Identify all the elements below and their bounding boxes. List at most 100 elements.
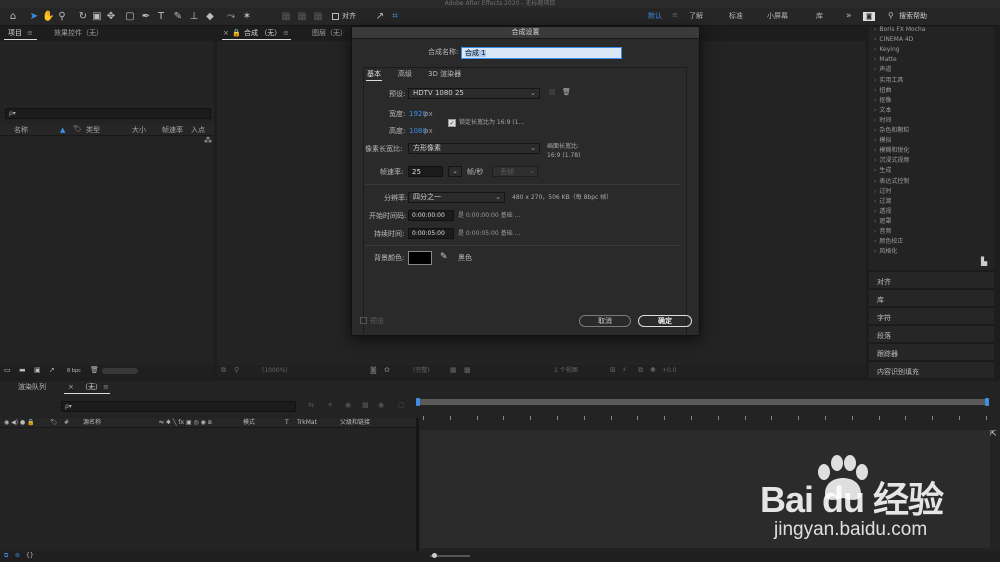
- zoom-slider-thumb[interactable]: [432, 553, 437, 558]
- effects-category-item[interactable]: › 透视: [874, 208, 891, 215]
- effects-category-item[interactable]: › 时间: [874, 117, 891, 124]
- effects-category-item[interactable]: › 过时: [874, 188, 891, 195]
- tab-advanced[interactable]: 高级: [398, 71, 412, 78]
- toggle-pixel-icon[interactable]: ⊞: [610, 367, 616, 374]
- cancel-button[interactable]: 取消: [579, 315, 631, 327]
- camera-tool-icon[interactable]: ▣: [91, 11, 103, 23]
- start-timecode-input[interactable]: 0:00:00:00: [408, 210, 454, 221]
- label-column-icon[interactable]: 🏷: [50, 420, 58, 426]
- new-folder-icon[interactable]: ▬: [19, 367, 26, 374]
- snap-target-icon[interactable]: ⌗: [389, 11, 401, 23]
- effects-category-item[interactable]: › 音频: [874, 229, 891, 235]
- label-icon[interactable]: 🏷: [73, 126, 82, 133]
- help-search-input[interactable]: 搜索帮助: [899, 13, 927, 20]
- effects-category-item[interactable]: › Boris FX Mocha: [874, 27, 925, 33]
- flowchart-icon[interactable]: ⁂: [204, 137, 212, 145]
- rotate-tool-icon[interactable]: ↻: [77, 11, 89, 23]
- fast-preview-icon[interactable]: ⚡: [622, 367, 627, 374]
- effects-category-item[interactable]: › 过渡: [874, 198, 891, 205]
- col-name[interactable]: 名称: [14, 127, 28, 134]
- type-tool-icon[interactable]: T: [155, 11, 167, 23]
- effects-category-item[interactable]: › 生成: [874, 168, 891, 174]
- new-comp-icon[interactable]: ▣: [34, 367, 41, 374]
- right-panel-tab[interactable]: 跟踪器: [869, 343, 994, 360]
- resolution-dropdown[interactable]: 四分之一 ⌄: [408, 192, 505, 203]
- sync-settings-icon[interactable]: ◙: [863, 12, 875, 21]
- workspace-libraries[interactable]: 库: [816, 13, 823, 20]
- preview-checkbox[interactable]: [360, 317, 367, 324]
- save-preset-icon[interactable]: ▥: [549, 89, 556, 96]
- views-dropdown[interactable]: 1 个视图: [554, 368, 578, 374]
- switches-icons[interactable]: ⇋ ✱ ╲ fx ▣ ◎ ◉ ⧈: [159, 420, 212, 426]
- exposure-value[interactable]: +0.0: [662, 368, 677, 374]
- col-source-name[interactable]: 源名称: [83, 420, 101, 426]
- workspace-menu-icon[interactable]: ≡: [672, 12, 678, 19]
- frame-rate-input[interactable]: 25: [408, 166, 443, 177]
- right-panel-tab[interactable]: 内容识别填充: [869, 361, 994, 378]
- eyedropper-icon[interactable]: ✎: [440, 253, 448, 262]
- effects-category-item[interactable]: › 风格化: [874, 249, 897, 255]
- new-bin-icon[interactable]: ▙: [981, 258, 987, 266]
- col-in-point[interactable]: 入点: [191, 127, 205, 134]
- effects-category-item[interactable]: › 声道: [874, 67, 891, 73]
- effects-category-item[interactable]: › Keying: [874, 47, 900, 53]
- rectangle-tool-icon[interactable]: ▢: [124, 11, 136, 23]
- roto-brush-tool-icon[interactable]: ⤳: [225, 11, 237, 23]
- right-panel-tab[interactable]: 库: [869, 289, 994, 306]
- workspace-standard[interactable]: 标准: [729, 13, 743, 20]
- effects-category-item[interactable]: › 沉浸式视频: [874, 158, 909, 164]
- comp-tab-menu-icon[interactable]: ≡: [283, 30, 289, 37]
- hand-tool-icon[interactable]: ✋: [42, 11, 54, 23]
- tab-comp[interactable]: 合成 （无）: [244, 30, 281, 37]
- selection-tool-icon[interactable]: ➤: [28, 11, 40, 23]
- project-search-input[interactable]: ρ▾: [5, 108, 211, 119]
- timeline-search-input[interactable]: ρ▾: [61, 401, 296, 412]
- right-panel-tab[interactable]: 对齐: [869, 271, 994, 288]
- workspace-small-screen[interactable]: 小屏幕: [767, 13, 788, 20]
- channel-icon[interactable]: ✿: [384, 367, 390, 374]
- resolution-dropdown[interactable]: (完整): [413, 368, 430, 374]
- col-mode[interactable]: 模式: [243, 420, 255, 426]
- toggle-transfer-controls-icon[interactable]: ⊚: [15, 553, 20, 559]
- effects-category-item[interactable]: › CINEMA 4D: [874, 37, 913, 43]
- effects-category-item[interactable]: › 杂色和颗粒: [874, 128, 909, 134]
- time-navigator-end-handle[interactable]: [985, 398, 989, 406]
- effects-category-item[interactable]: › 表达式控制: [874, 178, 909, 185]
- bg-color-swatch[interactable]: [408, 251, 432, 265]
- time-navigator-start-handle[interactable]: [416, 398, 420, 406]
- comp-name-input[interactable]: 合成 1: [461, 47, 622, 59]
- lock-icon[interactable]: 🔒: [232, 30, 241, 37]
- time-navigator-bar[interactable]: [418, 399, 988, 405]
- snapshot-icon[interactable]: ◙: [370, 367, 377, 374]
- drop-frame-dropdown[interactable]: 丢帧 ⌄: [492, 166, 538, 177]
- pen-tool-icon[interactable]: ✒: [140, 11, 152, 23]
- trash-icon[interactable]: 🗑: [90, 367, 99, 374]
- toggle-in-out-icon[interactable]: {}: [26, 553, 34, 559]
- av-features-icons[interactable]: ◉ ◀) ● 🔒: [4, 420, 35, 426]
- effects-category-item[interactable]: › 模拟: [874, 138, 891, 144]
- snap-option-icon[interactable]: ↗: [374, 11, 386, 23]
- effects-category-item[interactable]: › 模糊和锐化: [874, 148, 909, 154]
- transparency-grid-icon[interactable]: ▩: [464, 367, 471, 374]
- tab-3d-renderer[interactable]: 3D 渲染器: [428, 71, 461, 78]
- axis-world-icon[interactable]: ▦: [296, 11, 308, 23]
- effects-category-item[interactable]: › 文本: [874, 107, 891, 114]
- motion-blur-icon[interactable]: ◉: [378, 402, 384, 409]
- effects-category-item[interactable]: › Matte: [874, 57, 897, 63]
- frame-blending-icon[interactable]: ▩: [362, 402, 369, 409]
- tab-effect-controls[interactable]: 效果控件（无）: [54, 30, 103, 37]
- col-type[interactable]: 类型: [86, 127, 100, 134]
- duration-input[interactable]: 0:00:05:00: [408, 228, 454, 239]
- sort-icon[interactable]: ▲: [60, 127, 65, 134]
- adjust-settings-icon[interactable]: ➚: [49, 367, 55, 374]
- comp-button-icon[interactable]: ⇱: [990, 430, 997, 438]
- region-icon[interactable]: ▦: [450, 367, 457, 374]
- clone-stamp-tool-icon[interactable]: ⊥: [188, 11, 200, 23]
- pan-behind-tool-icon[interactable]: ✥: [105, 11, 117, 23]
- preset-dropdown[interactable]: HDTV 1080 25 ⌄: [408, 88, 540, 99]
- workspace-learn[interactable]: 了解: [689, 13, 703, 20]
- toggle-layer-switches-icon[interactable]: ⧉: [4, 553, 8, 559]
- puppet-tool-icon[interactable]: ✶: [241, 11, 253, 23]
- brush-tool-icon[interactable]: ✎: [172, 11, 184, 23]
- always-preview-icon[interactable]: ⧉: [221, 367, 226, 374]
